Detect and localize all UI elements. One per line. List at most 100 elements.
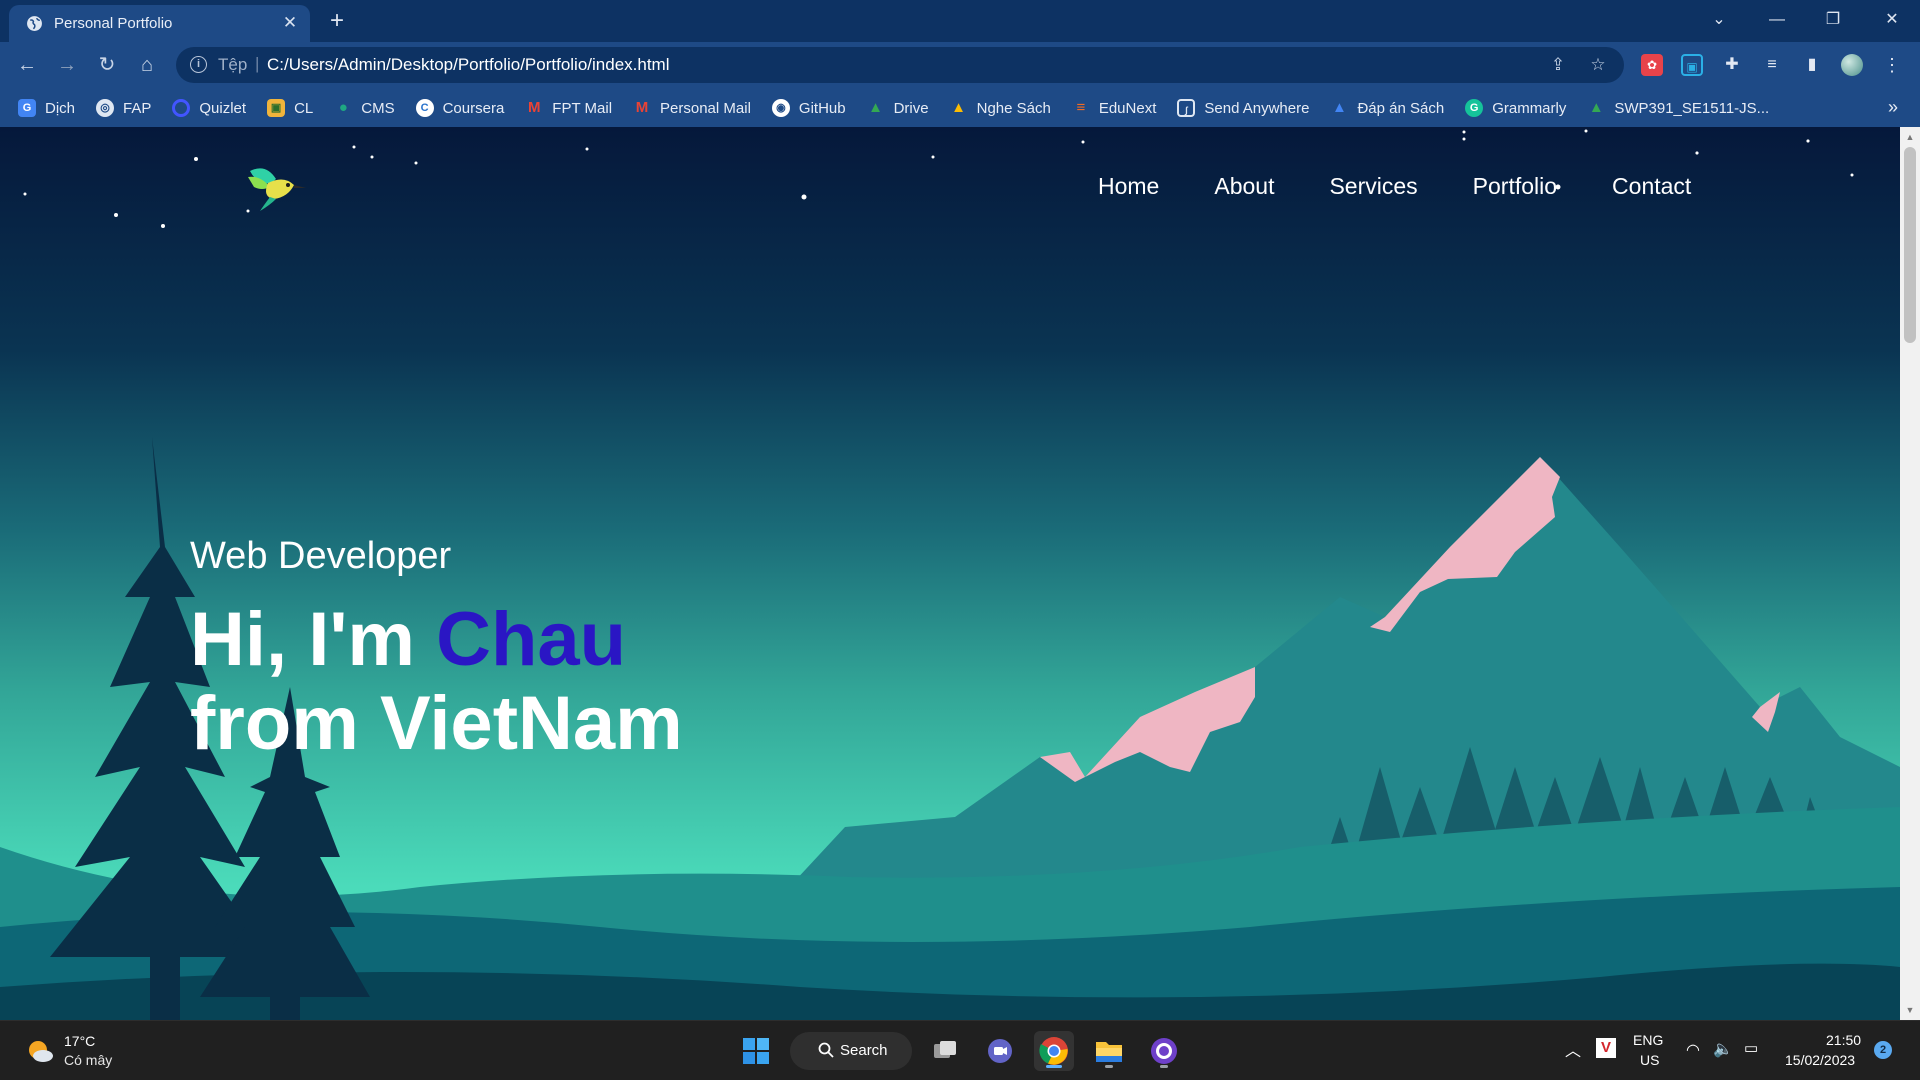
bookmark-swp391[interactable]: ▲ SWP391_SE1511-JS... — [1587, 99, 1769, 117]
globe-icon: ◎ — [96, 99, 115, 117]
address-bar[interactable]: i Tệp | C:/Users/Admin/Desktop/Portfolio… — [176, 47, 1624, 83]
bookmark-drive[interactable]: ▲ Drive — [867, 99, 928, 117]
bookmark-dap-an-sach[interactable]: ▲ Đáp án Sách — [1330, 99, 1444, 117]
scroll-up-icon[interactable]: ▲ — [1904, 131, 1916, 143]
chrome-icon — [1039, 1037, 1068, 1065]
bookmark-personal-mail[interactable]: M Personal Mail — [633, 99, 751, 117]
nav-about[interactable]: About — [1214, 173, 1274, 200]
volume-icon[interactable]: 🔈 — [1713, 1039, 1733, 1059]
nav-contact[interactable]: Contact — [1612, 173, 1691, 200]
bookmark-send-anywhere[interactable]: ʃ Send Anywhere — [1177, 99, 1309, 117]
chrome-running-indicator — [1046, 1065, 1062, 1068]
bookmark-nghe-sach[interactable]: ▲ Nghe Sách — [950, 99, 1051, 117]
site-info-icon[interactable]: i — [190, 56, 207, 73]
close-tab-icon[interactable]: ✕ — [279, 12, 301, 34]
profile-avatar[interactable] — [1841, 54, 1863, 76]
screenshot-extension-icon[interactable]: ▣ — [1681, 54, 1703, 76]
forward-icon[interactable]: → — [52, 50, 82, 80]
clock-time[interactable]: 21:50 — [1826, 1032, 1861, 1048]
menu-kebab-icon[interactable]: ⋮ — [1881, 54, 1903, 76]
github-desktop-button[interactable] — [1144, 1031, 1184, 1071]
partly-cloudy-icon — [29, 1041, 53, 1062]
media-playlist-icon[interactable]: ≡ — [1761, 54, 1783, 76]
scheme-separator: | — [255, 54, 260, 73]
home-icon[interactable]: ⌂ — [132, 50, 162, 80]
close-window-icon[interactable]: ✕ — [1872, 5, 1912, 35]
site-nav: Home About Services Portfolio Contact — [1098, 173, 1746, 200]
github-icon: ◉ — [771, 99, 790, 117]
quizlet-icon — [172, 99, 191, 117]
explorer-running-indicator — [1105, 1065, 1113, 1068]
start-button[interactable] — [736, 1031, 776, 1071]
weather-condition: Có mây — [64, 1052, 113, 1068]
battery-icon[interactable]: ▭ — [1744, 1039, 1758, 1057]
new-tab-button[interactable]: + — [323, 8, 351, 36]
hero-heading: Hi, I'm Chau from VietNam — [190, 598, 683, 766]
bookmark-github[interactable]: ◉ GitHub — [771, 99, 846, 117]
clock-date[interactable]: 15/02/2023 — [1785, 1052, 1855, 1068]
hero-subtitle: Web Developer — [190, 535, 452, 577]
scroll-down-icon[interactable]: ▼ — [1904, 1004, 1916, 1016]
file-explorer-button[interactable] — [1089, 1031, 1129, 1071]
bookmark-fpt-mail[interactable]: M FPT Mail — [525, 99, 612, 117]
bookmarks-overflow-icon[interactable]: » — [1888, 97, 1898, 118]
antivirus-tray-icon[interactable]: V — [1596, 1038, 1616, 1058]
hummingbird-logo-icon[interactable] — [240, 157, 306, 213]
language-bottom[interactable]: US — [1640, 1052, 1659, 1068]
send-anywhere-icon: ʃ — [1177, 99, 1196, 117]
task-view-button[interactable] — [925, 1031, 965, 1071]
tray-overflow-chevron-icon[interactable]: ︿ — [1565, 1037, 1581, 1061]
reload-icon[interactable]: ↻ — [92, 50, 122, 80]
restore-icon[interactable]: ❐ — [1813, 5, 1853, 35]
scheme-label: Tệp — [218, 55, 248, 74]
minimize-icon[interactable]: — — [1757, 5, 1797, 35]
bookmark-grammarly[interactable]: G Grammarly — [1465, 99, 1566, 117]
github-running-indicator — [1160, 1065, 1168, 1068]
tab-personal-portfolio[interactable]: Personal Portfolio ✕ — [9, 5, 310, 42]
extensions-puzzle-icon[interactable]: ✚ — [1721, 54, 1743, 76]
bookmark-dich[interactable]: G Dịch — [18, 99, 75, 117]
taskbar-search[interactable]: Search — [790, 1032, 912, 1070]
notification-badge[interactable]: 2 — [1874, 1041, 1892, 1059]
chrome-taskbar-button[interactable] — [1034, 1031, 1074, 1071]
hero-section: Web Developer Hi, I'm Chau from VietNam — [190, 535, 683, 766]
back-icon[interactable]: ← — [12, 50, 42, 80]
bookmark-coursera[interactable]: C Coursera — [415, 99, 504, 117]
folder-icon — [1096, 1042, 1122, 1062]
bookmark-fap[interactable]: ◎ FAP — [96, 99, 151, 117]
drive-icon: ▲ — [1332, 99, 1347, 116]
nav-portfolio[interactable]: Portfolio — [1473, 173, 1557, 200]
nav-services[interactable]: Services — [1329, 173, 1417, 200]
bookmark-quizlet[interactable]: Quizlet — [172, 99, 246, 117]
teams-chat-button[interactable] — [980, 1031, 1020, 1071]
share-icon[interactable]: ⇪ — [1548, 55, 1568, 75]
wifi-icon[interactable]: ◠ — [1686, 1040, 1700, 1060]
nav-home[interactable]: Home — [1098, 173, 1159, 200]
globe-icon — [27, 16, 42, 31]
bookmark-cms[interactable]: ● CMS — [334, 99, 395, 117]
extension-red-icon[interactable]: ✿ — [1641, 54, 1663, 76]
browser-toolbar: ← → ↻ ⌂ i Tệp | C:/Users/Admin/Desktop/P… — [0, 42, 1920, 89]
page-viewport: Home About Services Portfolio Contact We… — [0, 127, 1900, 1020]
bookmark-cl[interactable]: ▣ CL — [267, 99, 313, 117]
url-text[interactable]: C:/Users/Admin/Desktop/Portfolio/Portfol… — [267, 55, 670, 75]
github-desktop-icon — [1151, 1038, 1177, 1064]
language-top[interactable]: ENG — [1633, 1032, 1663, 1048]
hero-name: Chau — [436, 597, 627, 682]
weather-temperature: 17°C — [64, 1033, 96, 1049]
cl-icon: ▣ — [267, 99, 286, 117]
hero-greeting: Hi, I'm — [190, 597, 437, 682]
windows-taskbar: 17°C Có mây Search ︿ V ENG US ◠ 🔈 ▭ 21:5… — [0, 1020, 1920, 1080]
tab-search-chevron-icon[interactable]: ⌄ — [1699, 5, 1739, 35]
scrollbar-thumb[interactable] — [1904, 147, 1916, 343]
coursera-icon: C — [415, 99, 434, 117]
bookmark-edunext[interactable]: ≡ EduNext — [1072, 99, 1156, 117]
bookmarks-bar: G Dịch ◎ FAP Quizlet ▣ CL ● CMS C Coursera MF… — [0, 89, 1920, 127]
drive-icon: ▲ — [868, 99, 884, 116]
teams-chat-icon — [988, 1039, 1012, 1063]
side-panel-icon[interactable]: ▮ — [1801, 54, 1823, 76]
search-label: Search — [840, 1042, 888, 1059]
page-scrollbar[interactable]: ▲ ▼ — [1900, 127, 1920, 1020]
windows-logo-icon — [743, 1038, 769, 1064]
bookmark-star-icon[interactable]: ☆ — [1588, 55, 1608, 75]
